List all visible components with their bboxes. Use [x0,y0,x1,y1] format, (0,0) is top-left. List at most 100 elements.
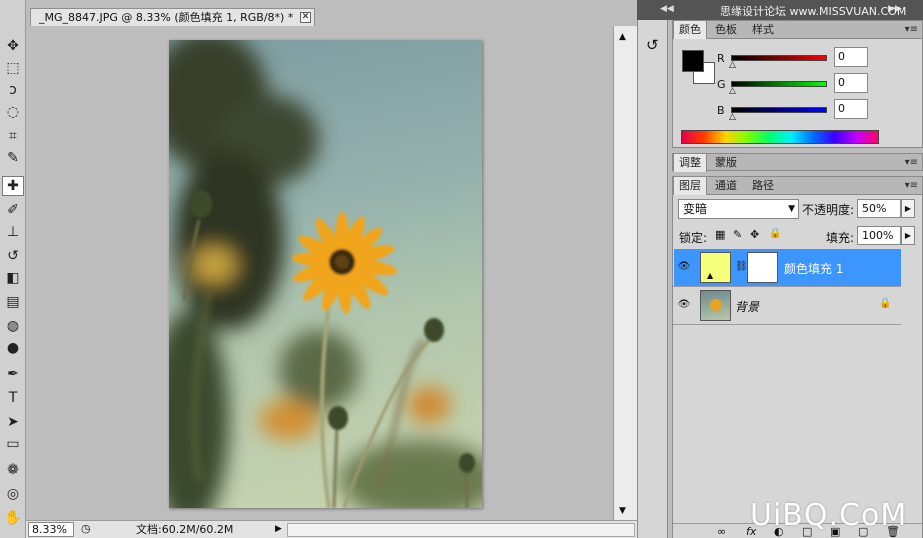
eyedropper-tool-icon[interactable]: ✎ [2,148,24,168]
flower-thumbnail-mark [710,299,722,311]
vertical-scrollbar[interactable]: ▲ ▼ [613,26,637,520]
red-label: R [717,52,725,65]
adjustments-panel: 调整 蒙版 ▾≡ [672,153,923,172]
green-slider[interactable] [731,81,827,87]
layers-panel-tabs: 图层 通道 路径 ▾≡ [673,177,922,195]
layer-row-background[interactable]: 👁 背景 🔒 [674,287,901,324]
blend-mode-select[interactable]: 变暗 ▼ [678,199,799,219]
type-tool-icon[interactable]: T [2,388,24,408]
link-layers-icon[interactable]: ∞ [717,525,726,538]
layer-name[interactable]: 背景 [735,298,759,315]
visibility-eye-icon[interactable]: 👁 [677,261,691,273]
close-icon[interactable]: ✕ [300,12,311,23]
healing-brush-tool-icon[interactable]: ✚ [2,176,24,196]
chevron-down-icon: ▼ [788,204,795,214]
move-tool-icon[interactable]: ✥ [2,36,24,56]
status-info-icon[interactable]: ◷ [81,522,91,535]
fill-field[interactable]: 100% [857,226,901,245]
scroll-up-icon[interactable]: ▲ [619,32,626,42]
blend-mode-value: 变暗 [683,202,708,216]
tab-color[interactable]: 颜色 [673,21,707,39]
quick-selection-tool-icon[interactable]: ◌ [2,102,24,122]
3d-orbit-tool-icon[interactable]: ◎ [2,484,24,504]
opacity-label: 不透明度: [802,203,855,217]
green-label: G [717,78,726,91]
tab-styles[interactable]: 样式 [747,21,779,39]
color-panel: 颜色 色板 样式 ▾≡ R △ 0 G △ 0 B △ 0 [672,20,923,148]
fill-layer-thumbnail: ▲ [700,252,731,283]
color-spectrum[interactable] [681,130,879,144]
background-layer-thumbnail [700,290,731,321]
opacity-arrow-icon[interactable]: ▶ [901,199,915,218]
fill-label: 填充: [826,231,855,245]
blue-slider-thumb-icon[interactable]: △ [729,113,736,122]
gradient-tool-icon[interactable]: ▤ [2,292,24,312]
tab-swatches[interactable]: 色板 [710,21,742,39]
image-canvas[interactable] [169,40,482,508]
adjustment-indicator-icon: ▲ [707,271,714,280]
tab-adjustments[interactable]: 调整 [673,154,707,172]
status-bar: 8.33% ◷ 文档:60.2M/60.2M ▶ [26,520,637,538]
document-tab[interactable]: _MG_8847.JPG @ 8.33% (颜色填充 1, RGB/8*) * … [30,8,315,27]
tab-masks[interactable]: 蒙版 [710,154,742,172]
lock-transparency-icon[interactable]: ▦ [715,228,725,241]
lock-label: 锁定: [679,231,708,245]
crop-tool-icon[interactable]: ⌗ [2,126,24,146]
blue-label: B [717,104,725,117]
tab-paths[interactable]: 路径 [747,177,779,195]
tab-layers[interactable]: 图层 [673,177,707,195]
red-slider[interactable] [731,55,827,61]
tab-channels[interactable]: 通道 [710,177,742,195]
status-menu-arrow[interactable]: ▶ [275,522,282,537]
history-brush-tool-icon[interactable]: ↺ [2,246,24,266]
shape-tool-icon[interactable]: ▭ [2,434,24,454]
layer-mask-thumbnail[interactable] [747,252,778,283]
document-size: 文档:60.2M/60.2M [136,523,234,536]
layer-name[interactable]: 颜色填充 1 [784,260,843,277]
collapse-arrows-icon[interactable]: ◀◀ [660,4,674,14]
pen-tool-icon[interactable]: ✒ [2,364,24,384]
blur-tool-icon[interactable]: ◍ [2,316,24,336]
red-slider-thumb-icon[interactable]: △ [729,61,736,70]
lock-pixels-icon[interactable]: ✎ [733,228,742,241]
layer-row-color-fill[interactable]: 👁 ▲ ⛓ 颜色填充 1 [674,249,901,286]
hand-tool-icon[interactable]: ✋ [2,508,24,528]
blue-slider[interactable] [731,107,827,113]
clone-stamp-tool-icon[interactable]: ⊥ [2,222,24,242]
flower-photo [169,40,482,508]
history-icon[interactable]: ↺ [646,36,659,54]
green-value-field[interactable]: 0 [834,73,868,93]
layer-divider [673,324,901,325]
opacity-field[interactable]: 50% [857,199,901,218]
scroll-down-icon[interactable]: ▼ [619,506,626,516]
dodge-tool-icon[interactable]: ● [2,338,24,358]
color-panel-tabs: 颜色 色板 样式 ▾≡ [673,21,922,39]
watermark-bottom: UiBQ.CoM [750,498,908,533]
link-chain-icon[interactable]: ⛓ [735,261,748,272]
watermark-top: 思缘设计论坛 www.MISSVUAN.COM [720,5,907,18]
panel-menu-icon[interactable]: ▾≡ [905,157,918,168]
fill-arrow-icon[interactable]: ▶ [901,226,915,245]
layers-panel: 图层 通道 路径 ▾≡ 变暗 ▼ 不透明度: 50% ▶ 锁定: ▦ ✎ ✥ 🔒… [672,176,923,538]
green-slider-thumb-icon[interactable]: △ [729,87,736,96]
lock-all-icon[interactable]: 🔒 [769,228,781,239]
3d-rotate-tool-icon[interactable]: ❁ [2,460,24,480]
zoom-field[interactable]: 8.33% [28,522,74,537]
brush-tool-icon[interactable]: ✐ [2,200,24,220]
foreground-color-swatch[interactable] [682,50,704,72]
path-selection-tool-icon[interactable]: ➤ [2,412,24,432]
marquee-tool-icon[interactable]: ⬚ [2,58,24,78]
panel-menu-icon[interactable]: ▾≡ [905,180,918,191]
layer-lock-icon: 🔒 [879,298,892,309]
tools-panel: ✥ ⬚ ↄ ◌ ⌗ ✎ ✚ ✐ ⊥ ↺ ◧ ▤ ◍ ● ✒ T ➤ ▭ ❁ ◎ ✋ [0,0,26,538]
blue-value-field[interactable]: 0 [834,99,868,119]
panel-menu-icon[interactable]: ▾≡ [905,24,918,35]
document-tab-title: _MG_8847.JPG @ 8.33% (颜色填充 1, RGB/8*) * [39,11,294,24]
lasso-tool-icon[interactable]: ↄ [2,80,24,100]
eraser-tool-icon[interactable]: ◧ [2,268,24,288]
adjustments-panel-tabs: 调整 蒙版 ▾≡ [673,154,922,172]
visibility-eye-icon[interactable]: 👁 [677,299,691,311]
lock-position-icon[interactable]: ✥ [750,228,759,241]
red-value-field[interactable]: 0 [834,47,868,67]
horizontal-scrollbar[interactable] [287,523,635,537]
